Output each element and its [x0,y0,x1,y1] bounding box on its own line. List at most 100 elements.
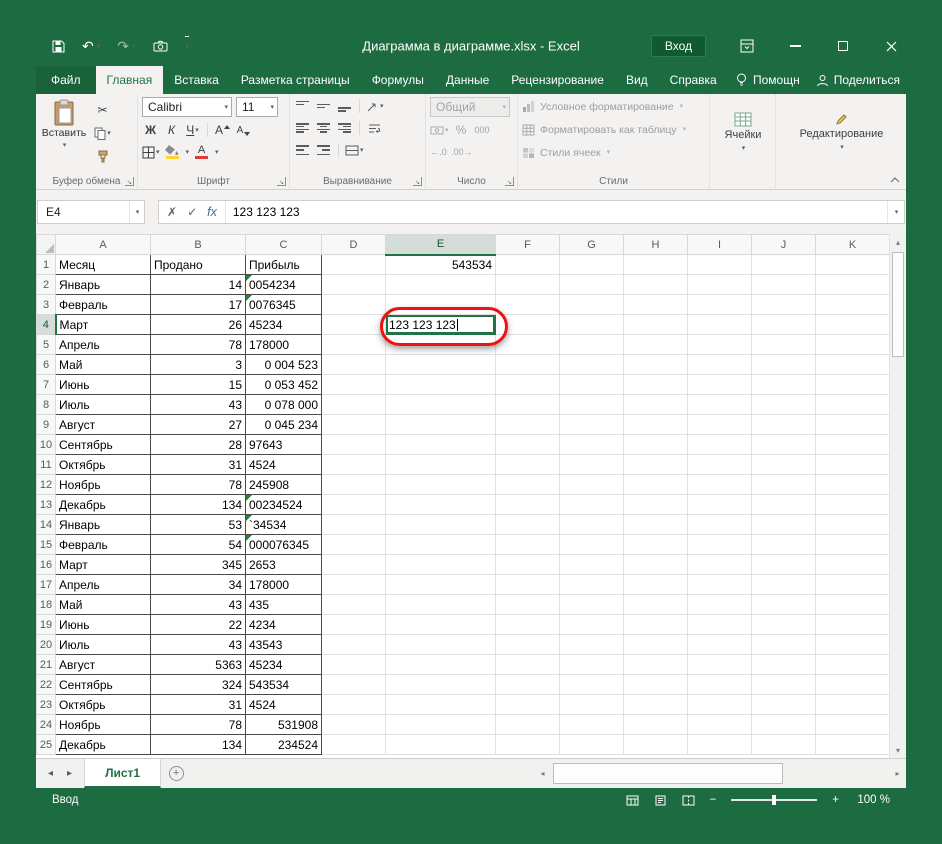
cell-F25[interactable] [496,735,560,755]
row-header-2[interactable]: 2 [37,275,56,295]
cell-I1[interactable] [688,255,752,275]
cell-C24[interactable]: 531908 [246,715,322,735]
cell-D19[interactable] [322,615,386,635]
cell-E24[interactable] [386,715,496,735]
cell-A24[interactable]: Ноябрь [56,715,151,735]
cell-C20[interactable]: 43543 [246,635,322,655]
cell-styles-button[interactable]: Стили ячеек [522,143,706,162]
enter-button[interactable]: ✓ [187,205,197,219]
cell-E20[interactable] [386,635,496,655]
font-name-select[interactable]: Calibri [142,97,232,117]
cell-D14[interactable] [322,515,386,535]
cell-H11[interactable] [624,455,688,475]
cell-H2[interactable] [624,275,688,295]
cell-K10[interactable] [816,435,890,455]
cell-K18[interactable] [816,595,890,615]
cell-D13[interactable] [322,495,386,515]
cell-A23[interactable]: Октябрь [56,695,151,715]
cell-G1[interactable] [560,255,624,275]
cell-J15[interactable] [752,535,816,555]
cell-J7[interactable] [752,375,816,395]
cell-H16[interactable] [624,555,688,575]
cell-I8[interactable] [688,395,752,415]
cell-G16[interactable] [560,555,624,575]
cell-G12[interactable] [560,475,624,495]
scroll-left-arrow[interactable]: ◂ [534,759,551,788]
cell-D10[interactable] [322,435,386,455]
font-color-button[interactable]: А [193,143,210,161]
cell-I22[interactable] [688,675,752,695]
cell-D11[interactable] [322,455,386,475]
clipboard-dialog-launcher[interactable] [125,177,134,186]
cell-E12[interactable] [386,475,496,495]
cell-J2[interactable] [752,275,816,295]
cell-B12[interactable]: 78 [151,475,246,495]
cell-D6[interactable] [322,355,386,375]
cell-C17[interactable]: 178000 [246,575,322,595]
cell-K9[interactable] [816,415,890,435]
cell-F9[interactable] [496,415,560,435]
ribbon-tab-Справка[interactable]: Справка [659,66,728,94]
bold-button[interactable]: Ж [142,121,159,139]
cell-I5[interactable] [688,335,752,355]
cell-I6[interactable] [688,355,752,375]
editing-button[interactable]: Редактирование [780,97,903,169]
cell-C7[interactable]: 0 053 452 [246,375,322,395]
cell-K2[interactable] [816,275,890,295]
percent-format-button[interactable]: % [453,121,470,139]
cell-A1[interactable]: Месяц [56,255,151,275]
cell-B3[interactable]: 17 [151,295,246,315]
cell-F10[interactable] [496,435,560,455]
conditional-formatting-button[interactable]: Условное форматирование [522,97,706,116]
cell-C10[interactable]: 97643 [246,435,322,455]
cell-A6[interactable]: Май [56,355,151,375]
cell-B11[interactable]: 31 [151,455,246,475]
cell-B19[interactable]: 22 [151,615,246,635]
cell-K24[interactable] [816,715,890,735]
ribbon-tab-Рецензирование[interactable]: Рецензирование [500,66,615,94]
row-header-14[interactable]: 14 [37,515,56,535]
row-header-17[interactable]: 17 [37,575,56,595]
assistant-button[interactable]: Помощн [735,73,800,87]
row-header-8[interactable]: 8 [37,395,56,415]
underline-button[interactable]: Ч [184,121,201,139]
number-format-select[interactable]: Общий [430,97,510,117]
cell-K25[interactable] [816,735,890,755]
horizontal-scrollbar[interactable]: ◂ ▸ [534,759,906,788]
cell-D25[interactable] [322,735,386,755]
cell-J21[interactable] [752,655,816,675]
cell-H12[interactable] [624,475,688,495]
cell-E11[interactable] [386,455,496,475]
cell-B18[interactable]: 43 [151,595,246,615]
sheet-tab-active[interactable]: Лист1 [84,759,161,788]
cell-B6[interactable]: 3 [151,355,246,375]
fill-color-button[interactable] [164,143,181,161]
cell-E13[interactable] [386,495,496,515]
paste-button[interactable]: Вставить [40,97,88,165]
cell-B5[interactable]: 78 [151,335,246,355]
wrap-text-button[interactable] [366,119,383,137]
italic-button[interactable]: К [163,121,180,139]
cell-D21[interactable] [322,655,386,675]
cell-G21[interactable] [560,655,624,675]
cell-D3[interactable] [322,295,386,315]
cell-C1[interactable]: Прибыль [246,255,322,275]
cell-G20[interactable] [560,635,624,655]
cell-G6[interactable] [560,355,624,375]
horizontal-scroll-thumb[interactable] [553,763,783,784]
cell-I16[interactable] [688,555,752,575]
column-header-B[interactable]: B [151,235,246,255]
cell-I9[interactable] [688,415,752,435]
comma-format-button[interactable]: 000 [474,121,491,139]
cell-F3[interactable] [496,295,560,315]
column-header-E[interactable]: E [386,235,496,255]
cell-C23[interactable]: 4524 [246,695,322,715]
cell-G18[interactable] [560,595,624,615]
cell-J17[interactable] [752,575,816,595]
cell-F16[interactable] [496,555,560,575]
row-header-3[interactable]: 3 [37,295,56,315]
cell-A13[interactable]: Декабрь [56,495,151,515]
cell-G8[interactable] [560,395,624,415]
cell-H1[interactable] [624,255,688,275]
cell-I2[interactable] [688,275,752,295]
